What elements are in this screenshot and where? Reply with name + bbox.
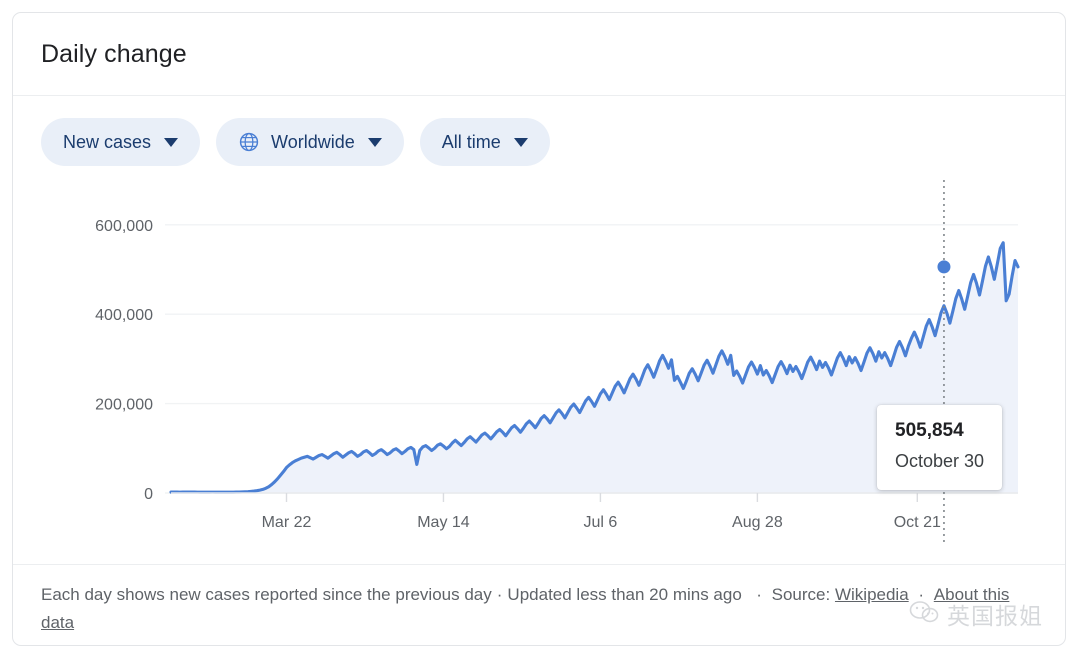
chip-new-cases[interactable]: New cases	[41, 118, 201, 166]
y-axis-tick-label: 600,000	[95, 218, 153, 235]
chevron-down-icon	[513, 137, 528, 147]
x-axis-tick-label: May 14	[417, 514, 470, 531]
footer-source-link[interactable]: Wikipedia	[835, 585, 909, 604]
page-title: Daily change	[41, 39, 187, 68]
tooltip-date: October 30	[895, 450, 985, 471]
footer-text: Each day shows new cases reported since …	[41, 581, 1037, 637]
card-header: Daily change	[13, 13, 1065, 96]
footer-description: Each day shows new cases reported since …	[41, 585, 492, 604]
chip-new-cases-label: New cases	[63, 131, 152, 152]
x-axis-tick-label: Mar 22	[262, 514, 312, 531]
x-axis-tick-label: Jul 6	[584, 514, 618, 531]
chart-tooltip: 505,854 October 30	[877, 405, 1003, 490]
footer-separator: ·	[746, 585, 767, 604]
chevron-down-icon	[367, 137, 382, 147]
footer-separator: ·	[496, 585, 503, 604]
filter-chip-row: New cases Worldwide All time	[13, 96, 1065, 166]
footer-source-label: Source:	[771, 585, 831, 604]
x-axis-tick-label: Oct 21	[894, 514, 941, 531]
selected-data-point	[937, 260, 951, 274]
daily-change-card: Daily change New cases Worldwide All tim…	[12, 12, 1066, 646]
footer-separator: ·	[913, 585, 929, 604]
chip-worldwide-label: Worldwide	[271, 131, 355, 152]
footer-updated: Updated less than 20 mins ago	[507, 585, 742, 604]
y-axis-tick-label: 400,000	[95, 307, 153, 324]
chip-worldwide[interactable]: Worldwide	[216, 118, 404, 166]
tooltip-value: 505,854	[895, 420, 964, 441]
card-footer: Each day shows new cases reported since …	[13, 564, 1065, 645]
y-axis-tick-label: 0	[144, 486, 153, 503]
chart-area[interactable]: 0 200,000 400,000 600,000 Mar 22 May 14 Jul 6 A…	[13, 180, 1065, 542]
screenshot-root: Daily change New cases Worldwide All tim…	[0, 0, 1080, 670]
x-axis-tick-label: Aug 28	[732, 514, 783, 531]
y-axis-tick-label: 200,000	[95, 397, 153, 414]
chip-all-time-label: All time	[441, 131, 501, 152]
chip-all-time[interactable]: All time	[419, 118, 550, 166]
globe-icon	[238, 131, 260, 153]
chevron-down-icon	[164, 137, 179, 147]
